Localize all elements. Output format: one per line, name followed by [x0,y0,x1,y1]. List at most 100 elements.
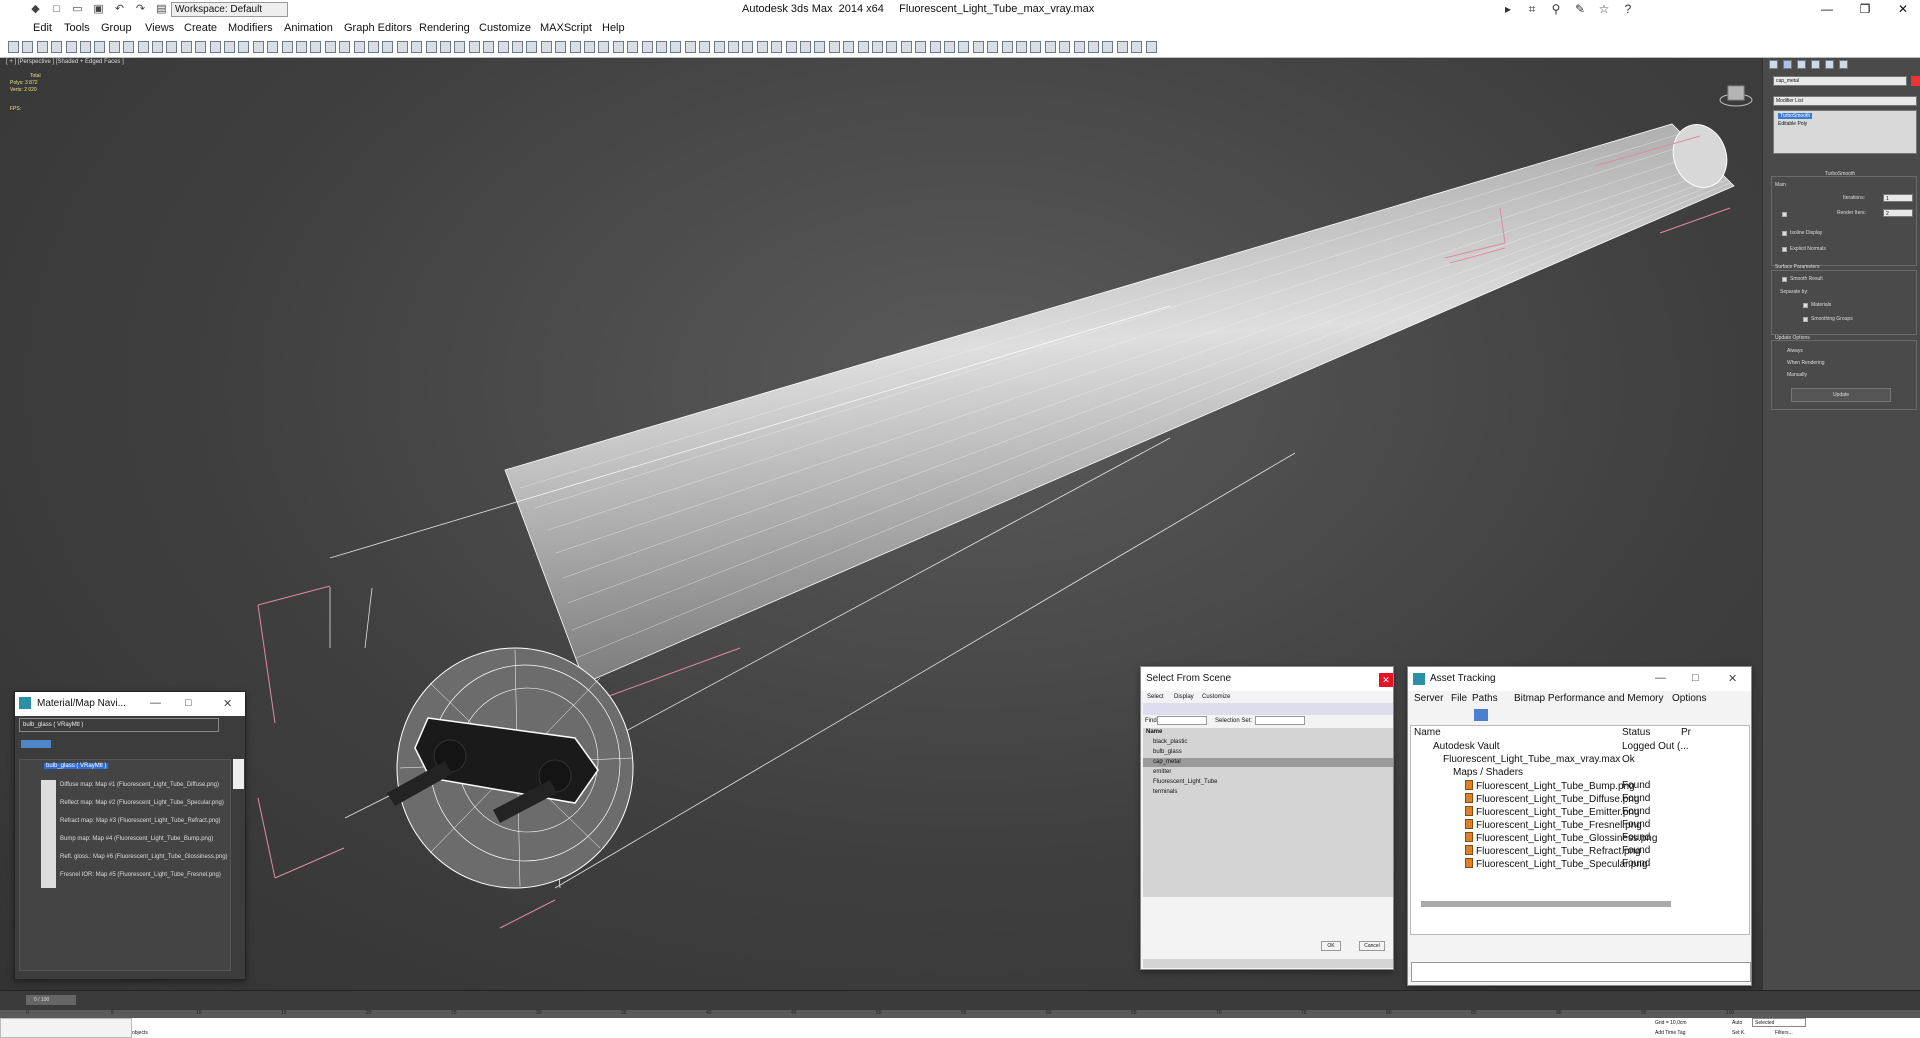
toolbar-tool-icon[interactable] [281,41,293,53]
toolbar-tool-icon[interactable] [972,41,984,53]
toolbar-tool-icon[interactable] [843,41,855,53]
save-icon[interactable]: ▣ [91,2,106,16]
maximize-icon[interactable]: □ [185,697,192,709]
toolbar-tool-icon[interactable] [1131,41,1143,53]
toolbar-tool-icon[interactable] [1016,41,1027,53]
tree-map-glossiness[interactable]: Refl. gloss.: Map #6 (Fluorescent_Light_… [60,854,228,860]
toolbar-tool-icon[interactable] [1116,41,1128,53]
asset-file-row[interactable]: Fluorescent_Light_Tube_Diffuse.png [1465,793,1639,805]
toolbar-tool-icon[interactable] [209,41,221,53]
asset-row-folder[interactable]: Maps / Shaders [1453,767,1523,778]
toolbar-tool-icon[interactable] [152,41,163,53]
toolbar-tool-icon[interactable] [800,41,811,53]
tree-map-bump[interactable]: Bump map: Map #4 (Fluorescent_Light_Tube… [60,836,213,842]
sfs-menu-select[interactable]: Select [1147,694,1164,700]
render-iters-checkbox[interactable] [1782,212,1787,217]
at-menu-file[interactable]: File [1451,693,1467,704]
viewcube-icon[interactable] [1718,80,1754,110]
scrollbar[interactable] [233,759,244,789]
close-icon[interactable]: ✕ [223,697,232,710]
smoothing-groups-checkbox[interactable] [1803,317,1808,322]
material-name-field[interactable]: bulb_glass ( VRayMtl ) [19,718,219,732]
tree-map-refract[interactable]: Refract map: Map #3 (Fluorescent_Light_T… [60,818,221,824]
scene-item[interactable]: terminals [1153,789,1177,795]
toolbar-tool-icon[interactable] [454,41,466,53]
toolbar-tool-icon[interactable] [555,41,567,53]
toolbar-tool-icon[interactable] [1088,41,1099,53]
tree-map-diffuse[interactable]: Diffuse map: Map #1 (Fluorescent_Light_T… [60,782,219,788]
hierarchy-tab-icon[interactable] [1797,60,1806,69]
toolbar-tool-icon[interactable] [411,41,423,53]
create-tab-icon[interactable] [1769,60,1778,69]
toolbar-tool-icon[interactable] [886,41,898,53]
toolbar-tool-icon[interactable] [656,41,667,53]
toolbar-tool-icon[interactable] [36,41,48,53]
find-input[interactable] [1157,716,1207,725]
toolbar-tool-icon[interactable] [1102,41,1114,53]
menu-modifiers[interactable]: Modifiers [228,22,273,34]
smooth-result-checkbox[interactable] [1782,277,1787,282]
render-iters-spinner[interactable]: 2 [1883,209,1913,217]
at-menu-bitmap-performance[interactable]: Bitmap Performance and Memory [1514,693,1664,704]
at-menu-paths[interactable]: Paths [1472,693,1498,704]
toolbar-tool-icon[interactable] [137,41,149,53]
toolbar-tool-icon[interactable] [641,41,653,53]
toolbar-tool-icon[interactable] [684,41,696,53]
modify-tab-icon[interactable] [1783,60,1792,69]
asset-file-row[interactable]: Fluorescent_Light_Tube_Emitter.png [1465,806,1640,818]
asset-file-row[interactable]: Fluorescent_Light_Tube_Specular.png [1465,858,1647,870]
menu-animation[interactable]: Animation [284,22,333,34]
binoculars-icon[interactable]: ⌗ [1522,1,1542,17]
maximize-icon[interactable]: □ [1692,672,1699,684]
toolbar-tool-icon[interactable] [440,41,451,53]
sfs-menu-display[interactable]: Display [1174,694,1194,700]
toolbar-tool-icon[interactable] [324,41,336,53]
menu-customize[interactable]: Customize [479,22,531,34]
name-column-header[interactable]: Name [1146,729,1162,735]
asset-path-field[interactable] [1411,962,1751,982]
toolbar-tool-icon[interactable] [670,41,682,53]
star-icon[interactable]: ☆ [1594,1,1614,17]
scene-item[interactable]: emitter [1153,769,1171,775]
toolbar-tool-icon[interactable] [353,41,365,53]
menu-views[interactable]: Views [145,22,174,34]
asset-file-row[interactable]: Fluorescent_Light_Tube_Refract.png [1465,845,1641,857]
toolbar-tool-icon[interactable] [900,41,912,53]
close-icon[interactable]: ✕ [1884,1,1920,17]
toolbar-tool-icon[interactable] [540,41,552,53]
toolbar-tool-icon[interactable] [828,41,840,53]
toolbar-tool-icon[interactable] [569,41,581,53]
menu-help[interactable]: Help [602,22,625,34]
always-radio[interactable]: Always [1787,348,1803,354]
toolbar-tool-icon[interactable] [51,41,63,53]
toolbar-tool-icon[interactable] [339,41,351,53]
toolbar-tool-icon[interactable] [1044,41,1056,53]
toolbar-tool-icon[interactable] [785,41,797,53]
toolbar-tool-icon[interactable] [483,41,495,53]
at-menu-server[interactable]: Server [1414,693,1443,704]
rollout-title[interactable]: TurboSmooth [1825,171,1855,177]
asset-file-row[interactable]: Fluorescent_Light_Tube_Fresnel.png [1465,819,1642,831]
toolbar-tool-icon[interactable] [267,41,279,53]
auto-key-label[interactable]: Auto [1732,1020,1742,1026]
toolbar-tool-icon[interactable] [80,41,91,53]
explicit-normals-checkbox[interactable] [1782,247,1787,252]
menu-group[interactable]: Group [101,22,132,34]
asset-file-row[interactable]: Fluorescent_Light_Tube_Bump.png [1465,780,1635,792]
stack-item-turbosmooth[interactable]: TurboSmooth [1778,113,1813,119]
view-mode-icons[interactable] [21,740,51,748]
project-folder-icon[interactable]: ▤ [154,2,169,16]
toolbar-tool-icon[interactable] [699,41,711,53]
menu-maxscript[interactable]: MAXScript [540,22,592,34]
at-grid-view-icon[interactable] [1474,709,1488,721]
toolbar-tool-icon[interactable] [497,41,509,53]
toolbar-tool-icon[interactable] [108,41,120,53]
manually-radio[interactable]: Manually [1787,372,1807,378]
menu-edit[interactable]: Edit [33,22,52,34]
toolbar-tool-icon[interactable] [396,41,408,53]
minimize-icon[interactable]: — [1655,672,1666,684]
toolbar-tool-icon[interactable] [1073,41,1085,53]
toolbar-tool-icon[interactable] [1145,41,1157,53]
utilities-tab-icon[interactable] [1839,60,1848,69]
display-tab-icon[interactable] [1825,60,1834,69]
